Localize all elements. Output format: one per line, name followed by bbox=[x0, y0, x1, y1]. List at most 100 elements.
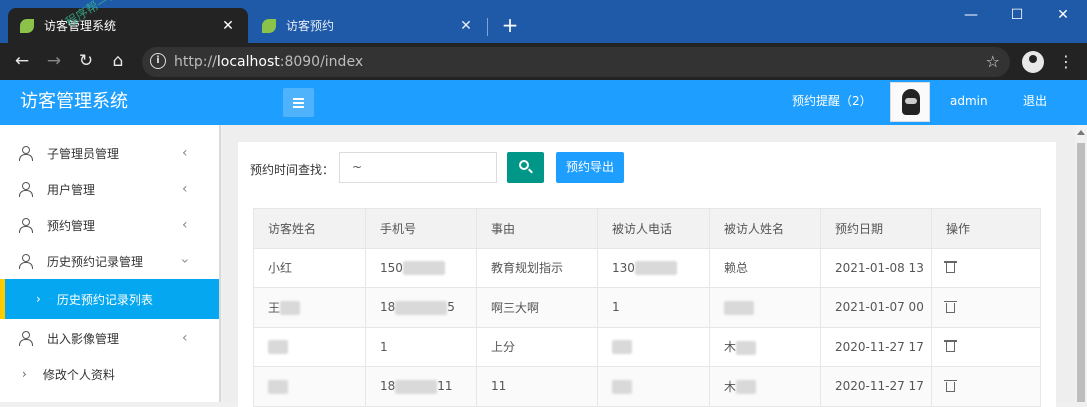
cell-action bbox=[931, 326, 1041, 367]
cell-host-phone: 130 bbox=[597, 247, 710, 288]
info-icon[interactable]: i bbox=[150, 53, 166, 69]
browser-tabbar: 访客管理系统 ✕ 访客预约 ✕ + — ☐ ✕ bbox=[0, 0, 1087, 43]
sidebar-item-label: 用户管理 bbox=[47, 182, 96, 197]
scroll-thumb[interactable] bbox=[1077, 143, 1085, 402]
cell-date: 2020-11-27 17 bbox=[820, 326, 932, 367]
cell-phone: 1 bbox=[365, 326, 477, 367]
close-tab-icon[interactable]: ✕ bbox=[458, 18, 474, 34]
delete-icon[interactable] bbox=[944, 261, 957, 274]
cell-host-name: 木 bbox=[709, 366, 821, 407]
cell-phone: 150 bbox=[365, 247, 477, 288]
chevron-right-icon: › bbox=[36, 292, 41, 306]
appointment-reminder-link[interactable]: 预约提醒（2） bbox=[792, 80, 872, 123]
scrollbar[interactable] bbox=[1075, 125, 1087, 402]
history-table: 访客姓名 手机号 事由 被访人电话 被访人姓名 预约日期 操作 小红 150 教… bbox=[253, 208, 1041, 407]
tab-divider bbox=[487, 18, 488, 36]
search-label: 预约时间查找： bbox=[250, 163, 335, 177]
reload-icon[interactable]: ↻ bbox=[74, 50, 98, 74]
cell-name: 小红 bbox=[253, 247, 366, 288]
cell-date: 2020-11-27 17 bbox=[820, 366, 932, 407]
back-icon[interactable]: ← bbox=[10, 50, 34, 74]
cell-host-name bbox=[709, 287, 821, 328]
cell-host-name: 赖总 bbox=[709, 247, 821, 288]
forward-icon[interactable]: → bbox=[42, 50, 66, 74]
cell-name bbox=[253, 366, 366, 407]
home-icon[interactable]: ⌂ bbox=[106, 50, 130, 74]
export-button[interactable]: 预约导出 bbox=[556, 152, 624, 183]
search-button[interactable] bbox=[507, 152, 544, 183]
avatar[interactable] bbox=[890, 82, 930, 122]
chevron-left-icon: ‹ bbox=[182, 217, 188, 233]
kebab-menu-icon[interactable]: ⋮ bbox=[1058, 51, 1074, 73]
logout-link[interactable]: 退出 bbox=[1023, 80, 1047, 123]
col-header: 被访人姓名 bbox=[709, 208, 821, 249]
user-icon bbox=[19, 218, 33, 233]
tab-title: 访客预约 bbox=[286, 19, 335, 33]
sidebar-item-label: 出入影像管理 bbox=[47, 331, 120, 346]
menu-toggle-button[interactable] bbox=[283, 88, 314, 117]
sidebar-item-media[interactable]: 出入影像管理 ‹ bbox=[0, 320, 219, 356]
bookmark-star-icon[interactable]: ☆ bbox=[986, 47, 1000, 77]
chevron-left-icon: ‹ bbox=[182, 145, 188, 161]
table-row: 王 18 5 啊三大啊 1 2021-01-07 00 bbox=[253, 287, 1041, 328]
sidebar-item-history[interactable]: 历史预约记录管理 ‹ bbox=[0, 243, 219, 279]
cell-date: 2021-01-07 00 bbox=[820, 287, 932, 328]
content-card: 预约时间查找： ~ 预约导出 访客姓名 手机号 事由 被访人电话 被访人姓名 预… bbox=[238, 142, 1056, 407]
sidebar-item-history-list[interactable]: › 历史预约记录列表 bbox=[0, 279, 219, 319]
minimize-icon[interactable]: — bbox=[948, 0, 994, 32]
close-tab-icon[interactable]: ✕ bbox=[220, 18, 236, 34]
sidebar-item-label: 历史预约记录管理 bbox=[47, 254, 144, 269]
app-header: 访客管理系统 预约提醒（2） admin 退出 bbox=[0, 80, 1087, 125]
sidebar-item-users[interactable]: 用户管理 ‹ bbox=[0, 171, 219, 207]
username-link[interactable]: admin bbox=[950, 80, 988, 123]
chevron-left-icon: ‹ bbox=[182, 181, 188, 197]
delete-icon[interactable] bbox=[944, 340, 957, 353]
address-bar[interactable]: i http://localhost:8090/index ☆ bbox=[142, 47, 1010, 77]
cell-reason: 上分 bbox=[476, 326, 598, 367]
profile-icon[interactable] bbox=[1022, 51, 1044, 73]
maximize-icon[interactable]: ☐ bbox=[994, 0, 1040, 32]
new-tab-button[interactable]: + bbox=[498, 12, 522, 38]
cell-host-name: 木 bbox=[709, 326, 821, 367]
sidebar-item-appointments[interactable]: 预约管理 ‹ bbox=[0, 207, 219, 243]
table-header: 访客姓名 手机号 事由 被访人电话 被访人姓名 预约日期 操作 bbox=[253, 208, 1041, 249]
delete-icon[interactable] bbox=[944, 379, 957, 392]
cell-host-phone bbox=[597, 326, 710, 367]
browser-tab-inactive[interactable]: 访客预约 ✕ bbox=[250, 8, 486, 43]
user-icon bbox=[19, 254, 33, 269]
cell-reason: 11 bbox=[476, 366, 598, 407]
url-text[interactable]: http://localhost:8090/index bbox=[174, 47, 363, 77]
cell-name bbox=[253, 326, 366, 367]
col-header: 事由 bbox=[476, 208, 598, 249]
window-close-icon[interactable]: ✕ bbox=[1040, 0, 1086, 32]
cell-phone: 18 5 bbox=[365, 287, 477, 328]
cell-action bbox=[931, 287, 1041, 328]
cell-action bbox=[931, 366, 1041, 407]
sidebar-item-sub-admin[interactable]: 子管理员管理 ‹ bbox=[0, 135, 219, 171]
col-header: 访客姓名 bbox=[253, 208, 366, 249]
cell-host-phone bbox=[597, 366, 710, 407]
cell-name: 王 bbox=[253, 287, 366, 328]
user-icon bbox=[19, 146, 33, 161]
table-row: 小红 150 教育规划指示 130 赖总 2021-01-08 13 bbox=[253, 247, 1041, 288]
leaf-icon bbox=[262, 18, 276, 33]
chevron-right-icon: › bbox=[22, 367, 27, 381]
browser-toolbar: ← → ↻ ⌂ i http://localhost:8090/index ☆ … bbox=[0, 43, 1087, 80]
col-header: 被访人电话 bbox=[597, 208, 710, 249]
chevron-down-icon: ‹ bbox=[176, 258, 193, 264]
sidebar: 子管理员管理 ‹ 用户管理 ‹ 预约管理 ‹ 历史预约记录管理 ‹ › 历史预约… bbox=[0, 125, 221, 402]
leaf-icon bbox=[20, 18, 34, 33]
col-header: 预约日期 bbox=[820, 208, 932, 249]
scroll-up-icon[interactable] bbox=[1077, 130, 1085, 135]
sidebar-item-profile[interactable]: › 修改个人资料 bbox=[0, 356, 219, 392]
user-icon bbox=[19, 182, 33, 197]
sidebar-item-label: 子管理员管理 bbox=[47, 146, 120, 161]
cell-reason: 啊三大啊 bbox=[476, 287, 598, 328]
main-content: 预约时间查找： ~ 预约导出 访客姓名 手机号 事由 被访人电话 被访人姓名 预… bbox=[223, 125, 1075, 407]
table-row: 1 上分 木 2020-11-27 17 bbox=[253, 326, 1041, 367]
delete-icon[interactable] bbox=[944, 300, 957, 313]
chevron-left-icon: ‹ bbox=[182, 330, 188, 346]
browser-tab-active[interactable]: 访客管理系统 ✕ bbox=[8, 8, 248, 43]
sidebar-item-label: 修改个人资料 bbox=[42, 367, 115, 382]
date-range-input[interactable]: ~ bbox=[339, 152, 497, 183]
